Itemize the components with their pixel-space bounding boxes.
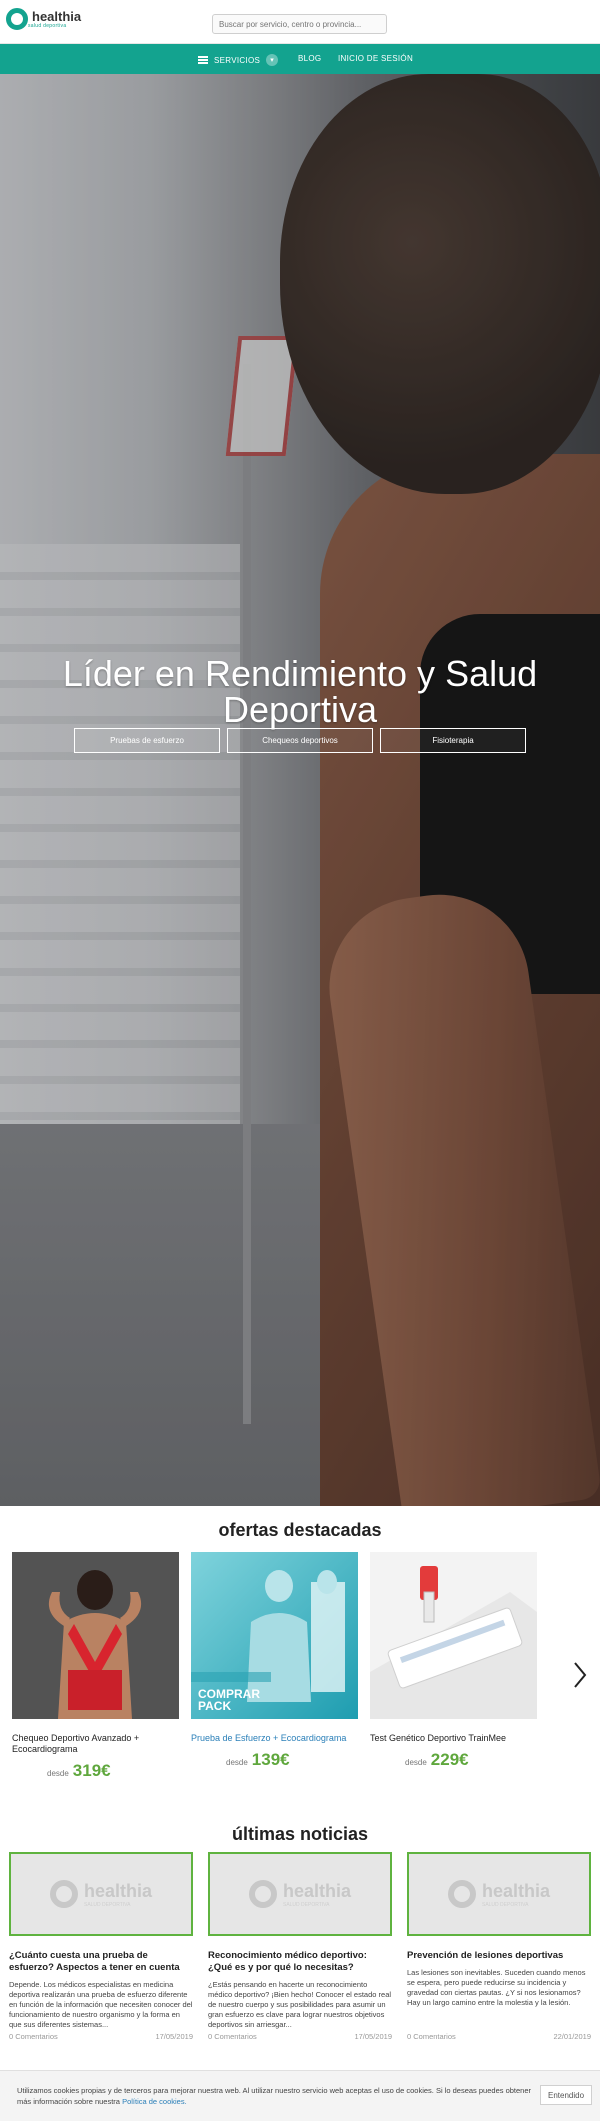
news-logo-tagline: SALUD DEPORTIVA [83, 1901, 131, 1908]
logo-ring-icon [447, 1880, 476, 1908]
news-placeholder-logo: healthia SALUD DEPORTIVA [447, 1880, 551, 1908]
offer-price-prefix: desde [405, 1758, 427, 1767]
top-header: healthia salud deportiva [0, 0, 600, 44]
news-title: últimas noticias [231, 1824, 369, 1844]
offer-image[interactable] [370, 1552, 537, 1719]
news-logo-name: healthia [282, 1880, 352, 1901]
news-excerpt: ¿Estás pensando en hacerte un reconocimi… [208, 1980, 392, 2029]
news-card[interactable]: healthia SALUD DEPORTIVA Reconocimiento … [208, 1852, 392, 2041]
hero-button-group: Pruebas de esfuerzo Chequeos deportivos … [74, 728, 526, 753]
offer-price: 139€ [251, 1750, 290, 1769]
cookie-text: Utilizamos cookies propias y de terceros… [17, 2086, 532, 2106]
news-excerpt: Depende. Los médicos especialistas en me… [9, 1980, 193, 2029]
news-image[interactable]: healthia SALUD DEPORTIVA [407, 1852, 591, 1936]
hero-button-pruebas[interactable]: Pruebas de esfuerzo [74, 728, 220, 753]
offer-card[interactable]: COMPRAR PACK Prueba de Esfuerzo + Ecocar… [191, 1552, 358, 1770]
offer-price-prefix: desde [47, 1769, 69, 1778]
news-meta: 0 Comentarios 17/05/2019 [208, 2032, 392, 2041]
logo-ring-icon [49, 1880, 78, 1908]
news-date: 22/01/2019 [553, 2032, 591, 2041]
cookie-accept-button[interactable]: Entendido [540, 2085, 592, 2105]
logo-ring-icon [6, 8, 28, 30]
hero-title: Líder en Rendimiento y Salud Deportiva [62, 653, 538, 730]
offer-price-row: desde 229€ [370, 1750, 537, 1770]
news-headline[interactable]: Reconocimiento médico deportivo: ¿Qué es… [208, 1950, 392, 1974]
hero-overlay [0, 74, 600, 1506]
cookie-policy-link[interactable]: Política de cookies. [122, 2097, 187, 2106]
chevron-down-icon: ▾ [266, 54, 279, 66]
news-logo-tagline: SALUD DEPORTIVA [282, 1901, 330, 1908]
carousel-next-arrow-icon[interactable] [572, 1660, 588, 1690]
search-input[interactable] [212, 14, 387, 34]
cookie-text-block: Utilizamos cookies propias y de terceros… [17, 2085, 537, 2107]
offer-price: 229€ [430, 1750, 469, 1769]
offer-name[interactable]: Chequeo Deportivo Avanzado + Ecocardiogr… [12, 1733, 179, 1755]
hero-banner [0, 74, 600, 1506]
news-meta: 0 Comentarios 22/01/2019 [407, 2032, 591, 2041]
offer-price-prefix: desde [226, 1758, 248, 1767]
offer-image-athlete [12, 1552, 179, 1719]
nav-login[interactable]: INICIO DE SESIÓN [338, 54, 413, 63]
news-logo-tagline: SALUD DEPORTIVA [481, 1901, 529, 1908]
news-comments[interactable]: 0 Comentarios [9, 2032, 58, 2041]
nav-servicios[interactable]: SERVICIOS ▾ [198, 54, 279, 66]
main-nav: SERVICIOS ▾ BLOG INICIO DE SESIÓN [0, 44, 600, 74]
news-placeholder-logo: healthia SALUD DEPORTIVA [49, 1880, 153, 1908]
news-placeholder-logo: healthia SALUD DEPORTIVA [248, 1880, 352, 1908]
news-logo-name: healthia [481, 1880, 551, 1901]
offer-name[interactable]: Test Genético Deportivo TrainMee [370, 1733, 537, 1744]
offer-price: 319€ [72, 1761, 111, 1780]
news-card[interactable]: healthia SALUD DEPORTIVA Prevención de l… [407, 1852, 591, 2041]
offer-badge: COMPRAR PACK [198, 1687, 260, 1713]
news-comments[interactable]: 0 Comentarios [407, 2032, 456, 2041]
news-excerpt: Las lesiones son inevitables. Suceden cu… [407, 1968, 586, 2007]
news-headline[interactable]: ¿Cuánto cuesta una prueba de esfuerzo? A… [9, 1950, 193, 1974]
offers-title: ofertas destacadas [218, 1520, 382, 1540]
offer-image[interactable]: COMPRAR PACK [191, 1552, 358, 1719]
offer-price-row: desde 139€ [191, 1750, 358, 1770]
offer-card[interactable]: Test Genético Deportivo TrainMee desde 2… [370, 1552, 537, 1770]
news-meta: 0 Comentarios 17/05/2019 [9, 2032, 193, 2041]
offer-name[interactable]: Prueba de Esfuerzo + Ecocardiograma [191, 1733, 358, 1744]
hero-button-chequeos[interactable]: Chequeos deportivos [227, 728, 373, 753]
offer-image[interactable] [12, 1552, 179, 1719]
news-date: 17/05/2019 [354, 2032, 392, 2041]
brand-logo[interactable]: healthia salud deportiva [6, 8, 81, 30]
news-date: 17/05/2019 [155, 2032, 193, 2041]
menu-icon [198, 56, 208, 64]
logo-ring-icon [248, 1880, 277, 1908]
news-headline[interactable]: Prevención de lesiones deportivas [407, 1950, 591, 1962]
offer-image-dna-kit [370, 1552, 537, 1719]
offer-price-row: desde 319€ [12, 1761, 179, 1781]
nav-servicios-label: SERVICIOS [214, 55, 261, 65]
news-card[interactable]: healthia SALUD DEPORTIVA ¿Cuánto cuesta … [9, 1852, 193, 2041]
cookie-banner: Utilizamos cookies propias y de terceros… [0, 2070, 600, 2121]
logo-name: healthia [32, 8, 82, 24]
news-image[interactable]: healthia SALUD DEPORTIVA [9, 1852, 193, 1936]
offer-card[interactable]: Chequeo Deportivo Avanzado + Ecocardiogr… [12, 1552, 179, 1781]
news-image[interactable]: healthia SALUD DEPORTIVA [208, 1852, 392, 1936]
news-logo-name: healthia [83, 1880, 153, 1901]
nav-blog[interactable]: BLOG [298, 54, 321, 63]
hero-button-fisioterapia[interactable]: Fisioterapia [380, 728, 526, 753]
news-comments[interactable]: 0 Comentarios [208, 2032, 257, 2041]
